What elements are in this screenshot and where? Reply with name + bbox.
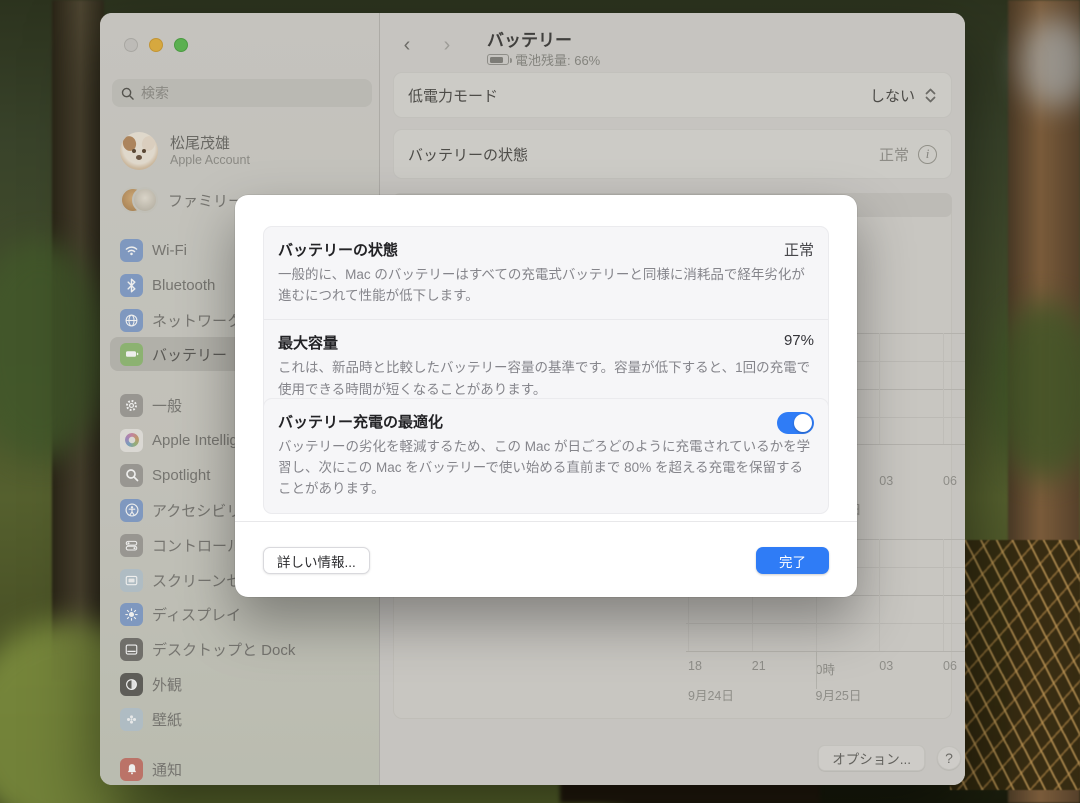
account-subtitle: Apple Account (170, 153, 250, 167)
dock-icon (120, 638, 143, 661)
sunlit-twigs (950, 540, 1080, 790)
sidebar-item-label: Spotlight (152, 467, 210, 484)
sidebar-item-apple-account[interactable]: 松尾茂雄 Apple Account (112, 125, 372, 177)
row-description: これは、新品時と比較したバッテリー容量の基準です。容量が低下すると、1回の充電で… (278, 357, 812, 399)
sidebar-item-label: バッテリー (152, 344, 227, 365)
appearance-icon (120, 673, 143, 696)
sparkle-ring-icon (120, 429, 143, 452)
row-title: バッテリーの状態 (278, 239, 814, 260)
battery-health-state-row: バッテリーの状態 正常 一般的に、Mac のバッテリーはすべての充電式バッテリー… (264, 227, 828, 319)
battery-health-row: バッテリーの状態 正常 i (393, 129, 952, 179)
sidebar-item-desktop-dock[interactable]: デスクトップと Dock (110, 632, 372, 666)
toggles-icon (120, 534, 143, 557)
screen: 松尾茂雄 Apple Account ファミリー Wi-Fi Bluetooth (0, 0, 1080, 803)
minimize-window-button[interactable] (149, 38, 163, 52)
sidebar-item-label: 壁紙 (152, 709, 182, 730)
info-icon[interactable]: i (918, 145, 937, 164)
magnifier-icon (120, 464, 143, 487)
row-description: バッテリーの劣化を軽減するため、この Mac が日ごろどのように充電されているか… (278, 436, 812, 500)
more-info-button[interactable]: 詳しい情報... (263, 547, 370, 574)
sidebar-item-label: ネットワーク (152, 310, 242, 331)
back-button[interactable]: ‹ (396, 33, 418, 57)
close-window-button[interactable] (124, 38, 138, 52)
maximum-capacity-value: 97% (784, 332, 814, 349)
sidebar-item-label: 一般 (152, 395, 182, 416)
popup-stepper-icon[interactable] (924, 87, 937, 104)
wallpaper-icon (120, 708, 143, 731)
display-sun-icon (120, 603, 143, 626)
sidebar-item-label: Bluetooth (152, 277, 215, 294)
sidebar-search[interactable] (112, 79, 372, 107)
battery-level-icon (487, 54, 509, 65)
row-title: 最大容量 (278, 332, 814, 353)
options-button[interactable]: オプション... (818, 745, 925, 771)
sidebar-item-label: 外観 (152, 674, 182, 695)
battery-health-card: バッテリーの状態 正常 一般的に、Mac のバッテリーはすべての充電式バッテリー… (263, 226, 829, 414)
sidebar-item-label: 通知 (152, 759, 182, 780)
battery-icon (120, 343, 143, 366)
battery-health-value: 正常 (879, 144, 909, 165)
accessibility-icon (120, 499, 143, 522)
sidebar-item-appearance[interactable]: 外観 (110, 667, 372, 701)
low-power-mode-row[interactable]: 低電力モード しない (393, 72, 952, 118)
search-input[interactable] (141, 85, 363, 101)
forward-button[interactable]: › (436, 33, 458, 57)
avatar (120, 132, 158, 170)
search-icon (121, 87, 134, 100)
zoom-window-button[interactable] (174, 38, 188, 52)
row-label: 低電力モード (408, 85, 498, 106)
bell-icon (120, 758, 143, 781)
row-title: バッテリー充電の最適化 (278, 411, 814, 432)
account-name: 松尾茂雄 (170, 135, 250, 154)
done-button[interactable]: 完了 (756, 547, 829, 574)
globe-icon (120, 309, 143, 332)
battery-health-state-value: 正常 (784, 239, 814, 260)
sidebar-item-label: ファミリー (168, 190, 243, 211)
gear-icon (120, 394, 143, 417)
help-button[interactable]: ? (937, 746, 961, 770)
sidebar-item-label: デスクトップと Dock (152, 639, 295, 660)
page-title: バッテリー (487, 26, 572, 51)
sidebar-item-notifications[interactable]: 通知 (110, 752, 372, 785)
battery-level-status: 電池残量: 66% (487, 50, 600, 69)
sidebar-item-wallpaper[interactable]: 壁紙 (110, 702, 372, 736)
optimized-charging-row: バッテリー充電の最適化 バッテリーの劣化を軽減するため、この Mac が日ごろど… (264, 399, 828, 513)
optimized-charging-card: バッテリー充電の最適化 バッテリーの劣化を軽減するため、この Mac が日ごろど… (263, 398, 829, 514)
sidebar-item-displays[interactable]: ディスプレイ (110, 597, 372, 631)
family-avatars-icon (120, 185, 156, 215)
row-label: バッテリーの状態 (408, 144, 528, 165)
battery-health-dialog: バッテリーの状態 正常 一般的に、Mac のバッテリーはすべての充電式バッテリー… (235, 195, 857, 597)
optimized-charging-toggle[interactable] (777, 412, 814, 434)
row-description: 一般的に、Mac のバッテリーはすべての充電式バッテリーと同様に消耗品で経年劣化… (278, 264, 812, 306)
wifi-icon (120, 239, 143, 262)
sidebar-item-label: Wi-Fi (152, 242, 187, 259)
dialog-footer: 詳しい情報... 完了 (235, 521, 857, 597)
sidebar-item-label: ディスプレイ (152, 604, 241, 625)
battery-level-text: 電池残量: 66% (515, 50, 600, 69)
bluetooth-icon (120, 274, 143, 297)
low-power-mode-value: しない (870, 85, 915, 106)
screensaver-icon (120, 569, 143, 592)
